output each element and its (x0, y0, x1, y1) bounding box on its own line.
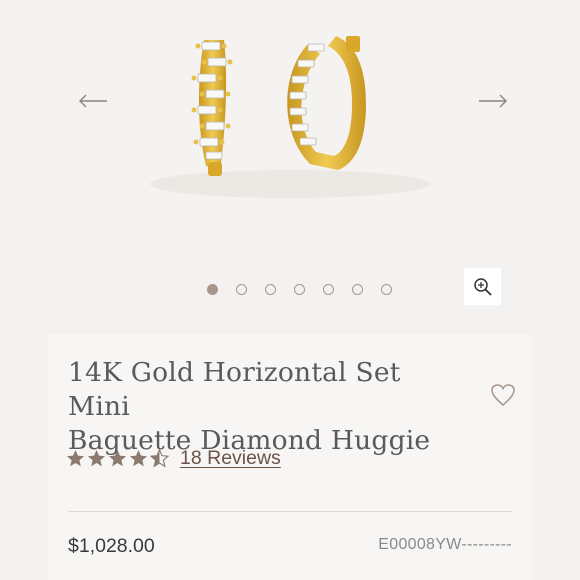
product-gallery (0, 0, 580, 258)
product-title: 14K Gold Horizontal Set Mini Baguette Di… (68, 356, 468, 458)
gallery-dot-1[interactable] (207, 284, 218, 295)
zoom-button[interactable] (464, 268, 501, 305)
zoom-in-icon (473, 277, 492, 296)
star-full-icon (66, 449, 85, 466)
arrow-left-icon (79, 94, 107, 108)
next-image-button[interactable] (476, 88, 510, 114)
star-full-icon (87, 449, 106, 466)
gallery-dot-3[interactable] (265, 284, 276, 295)
arrow-right-icon (479, 94, 507, 108)
product-image (150, 36, 430, 198)
rating-stars (66, 448, 169, 468)
gallery-dot-2[interactable] (236, 284, 247, 295)
divider (68, 511, 512, 512)
star-full-icon (108, 449, 127, 466)
star-half-icon (150, 448, 169, 467)
gallery-dot-6[interactable] (352, 284, 363, 295)
star-full-icon (129, 449, 148, 466)
gallery-dot-5[interactable] (323, 284, 334, 295)
wishlist-button[interactable] (489, 382, 517, 408)
product-rating: 18 Reviews (66, 446, 281, 470)
right-earring (287, 36, 366, 170)
product-title-line-1: 14K Gold Horizontal Set Mini (68, 357, 401, 422)
gallery-dot-7[interactable] (381, 284, 392, 295)
previous-image-button[interactable] (76, 88, 110, 114)
product-price: $1,028.00 (68, 535, 155, 557)
product-sku: E00008YW--------- (378, 536, 512, 553)
heart-icon (491, 384, 515, 406)
gallery-dot-4[interactable] (294, 284, 305, 295)
reviews-link[interactable]: 18 Reviews (180, 447, 281, 470)
